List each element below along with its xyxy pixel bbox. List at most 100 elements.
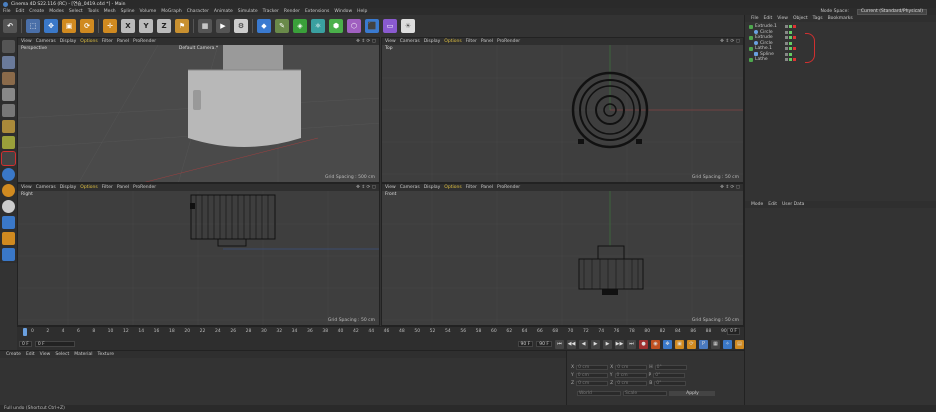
menu-simulate[interactable]: Simulate bbox=[238, 9, 258, 14]
subdivision-icon[interactable]: ◈ bbox=[293, 19, 307, 33]
workplane-icon[interactable] bbox=[1, 151, 16, 166]
om-menu-view[interactable]: View bbox=[777, 16, 788, 21]
menu-tracker[interactable]: Tracker bbox=[263, 9, 279, 14]
object-flags[interactable] bbox=[785, 58, 796, 62]
object-flags[interactable] bbox=[785, 41, 792, 45]
current-frame-field[interactable]: 0 F bbox=[19, 341, 32, 347]
render-picture-viewer-icon[interactable]: ▶ bbox=[216, 19, 230, 33]
mat-menu-edit[interactable]: Edit bbox=[26, 352, 35, 357]
am-menu-mode[interactable]: Mode bbox=[751, 202, 763, 207]
key-position-icon[interactable]: ✥ bbox=[663, 339, 672, 349]
position-z-field[interactable]: 0 cm bbox=[576, 381, 609, 386]
menu-view[interactable]: View bbox=[21, 39, 32, 44]
menu-view[interactable]: View bbox=[385, 39, 396, 44]
timeline-frame-field[interactable]: 0 F bbox=[727, 328, 740, 335]
light-icon[interactable]: ☀ bbox=[401, 19, 415, 33]
menu-panel[interactable]: Panel bbox=[117, 185, 129, 190]
menu-cameras[interactable]: Cameras bbox=[36, 185, 56, 190]
field-icon[interactable]: ⬡ bbox=[347, 19, 361, 33]
menu-display[interactable]: Display bbox=[424, 39, 441, 44]
menu-mograph[interactable]: MoGraph bbox=[161, 9, 181, 14]
key-parameter-icon[interactable]: P bbox=[699, 339, 708, 349]
model-mode-icon[interactable] bbox=[2, 56, 15, 69]
object-flags[interactable] bbox=[785, 36, 796, 40]
z-axis-button[interactable]: Z bbox=[157, 19, 171, 33]
menu-display[interactable]: Display bbox=[60, 39, 77, 44]
apply-button[interactable]: Apply bbox=[669, 391, 715, 396]
go-to-start-icon[interactable]: ⏮ bbox=[555, 339, 564, 349]
menu-prorender[interactable]: ProRender bbox=[497, 185, 520, 190]
coord-mode-dropdown[interactable]: World bbox=[577, 391, 621, 396]
object-flags[interactable] bbox=[785, 25, 796, 29]
next-key-icon[interactable]: ▶▶ bbox=[615, 339, 624, 349]
move-icon[interactable]: ✥ bbox=[44, 19, 58, 33]
floor-icon[interactable]: ⬛ bbox=[365, 19, 379, 33]
previous-frame-icon[interactable]: ◀ bbox=[579, 339, 588, 349]
menu-volume[interactable]: Volume bbox=[140, 9, 157, 14]
go-to-end-icon[interactable]: ⏭ bbox=[627, 339, 636, 349]
timeline-ruler[interactable]: 0 2 4 6 8 10 12 14 16 18 20 22 24 26 28 30 32 34 36 38 40 42 4… bbox=[17, 327, 744, 337]
menu-help[interactable]: Help bbox=[357, 9, 367, 14]
om-menu-edit[interactable]: Edit bbox=[764, 16, 773, 21]
play-icon[interactable]: ▶ bbox=[591, 339, 600, 349]
next-frame-icon[interactable]: ▶ bbox=[603, 339, 612, 349]
menu-mesh[interactable]: Mesh bbox=[104, 9, 116, 14]
deformer-icon[interactable]: ⬢ bbox=[329, 19, 343, 33]
viewport-top[interactable]: View Cameras Display Options Filter Pane… bbox=[381, 37, 744, 183]
world-axis-icon[interactable]: ⚑ bbox=[175, 19, 189, 33]
menu-character[interactable]: Character bbox=[187, 9, 209, 14]
axis-mode-icon[interactable] bbox=[2, 248, 15, 261]
rotation-h-field[interactable]: 0° bbox=[654, 365, 687, 370]
om-menu-file[interactable]: File bbox=[751, 16, 759, 21]
om-menu-tags[interactable]: Tags bbox=[813, 16, 823, 21]
camera-icon[interactable]: ▭ bbox=[383, 19, 397, 33]
mat-menu-material[interactable]: Material bbox=[74, 352, 92, 357]
mat-menu-create[interactable]: Create bbox=[6, 352, 21, 357]
viewport-nav-controls[interactable]: ✥ ⇕ ⟳ ▢ bbox=[720, 184, 740, 191]
menu-cameras[interactable]: Cameras bbox=[400, 185, 420, 190]
end-frame-field[interactable]: 90 F bbox=[517, 341, 534, 347]
menu-prorender[interactable]: ProRender bbox=[497, 39, 520, 44]
om-menu-object[interactable]: Object bbox=[793, 16, 808, 21]
rotate-icon[interactable]: ⟳ bbox=[80, 19, 94, 33]
make-editable-icon[interactable] bbox=[2, 40, 15, 53]
object-flags[interactable] bbox=[785, 47, 796, 51]
uv-mode-icon[interactable] bbox=[2, 136, 15, 149]
coordinate-system-icon[interactable]: ✛ bbox=[103, 19, 117, 33]
object-flags[interactable] bbox=[785, 52, 792, 56]
menu-tools[interactable]: Tools bbox=[88, 9, 99, 14]
object-row[interactable]: Lathe bbox=[745, 57, 936, 63]
menu-options[interactable]: Options bbox=[444, 185, 461, 190]
x-axis-button[interactable]: X bbox=[121, 19, 135, 33]
key-scale-icon[interactable]: ▣ bbox=[675, 339, 684, 349]
viewport-nav-controls[interactable]: ✥ ⇕ ⟳ ▢ bbox=[720, 38, 740, 45]
texture-mode-icon[interactable] bbox=[2, 72, 15, 85]
start-frame-field[interactable]: 0 F bbox=[34, 341, 75, 347]
menu-options[interactable]: Options bbox=[444, 39, 461, 44]
viewport-right[interactable]: View Cameras Display Options Filter Pane… bbox=[17, 183, 380, 326]
viewport-perspective[interactable]: View Cameras Display Options Filter Pane… bbox=[17, 37, 380, 183]
record-icon[interactable]: ● bbox=[639, 339, 648, 349]
object-flags[interactable] bbox=[785, 30, 792, 34]
viewport-solo-icon[interactable] bbox=[2, 216, 15, 229]
menu-filter[interactable]: Filter bbox=[102, 185, 113, 190]
menu-extensions[interactable]: Extensions bbox=[305, 9, 329, 14]
size-x-field[interactable]: 0 cm bbox=[615, 365, 648, 370]
am-menu-edit[interactable]: Edit bbox=[768, 202, 777, 207]
render-settings-icon[interactable]: ⚙ bbox=[234, 19, 248, 33]
cube-icon[interactable]: ◆ bbox=[257, 19, 271, 33]
am-menu-user-data[interactable]: User Data bbox=[782, 202, 804, 207]
y-axis-button[interactable]: Y bbox=[139, 19, 153, 33]
menu-render[interactable]: Render bbox=[284, 9, 300, 14]
menu-options[interactable]: Options bbox=[80, 39, 97, 44]
node-space-dropdown[interactable]: Current (Standard/Physical) bbox=[856, 8, 927, 15]
menu-display[interactable]: Display bbox=[424, 185, 441, 190]
timeline-icon[interactable]: ▤ bbox=[735, 339, 744, 349]
key-rotation-icon[interactable]: ⟳ bbox=[687, 339, 696, 349]
om-menu-bookmarks[interactable]: Bookmarks bbox=[828, 16, 853, 21]
locked-workplane-icon[interactable] bbox=[2, 184, 15, 197]
menu-panel[interactable]: Panel bbox=[481, 185, 493, 190]
menu-view[interactable]: View bbox=[385, 185, 396, 190]
viewport-front[interactable]: View Cameras Display Options Filter Pane… bbox=[381, 183, 744, 326]
end-frame-field-2[interactable]: 90 F bbox=[536, 341, 552, 347]
